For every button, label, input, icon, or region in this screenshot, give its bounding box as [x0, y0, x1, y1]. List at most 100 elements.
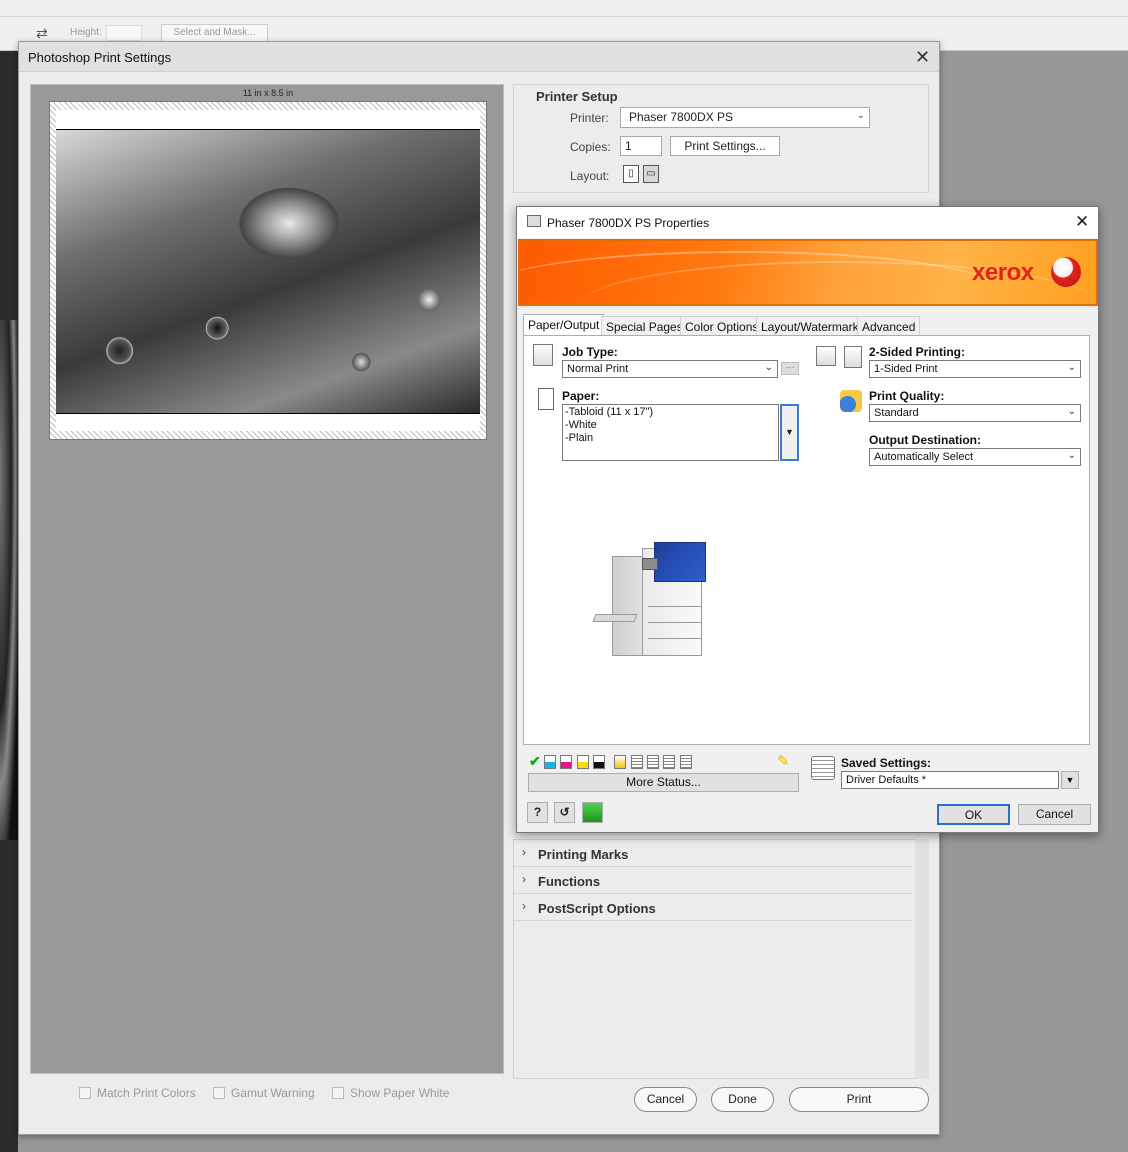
chevron-down-icon: ⌄ [1067, 450, 1076, 461]
saved-settings-dropdown[interactable]: ▼ [1061, 771, 1079, 789]
restore-defaults-icon[interactable]: ↺ [554, 802, 575, 823]
status-ok-icon: ✔ [529, 753, 541, 769]
printer-select[interactable]: Phaser 7800DX PS ⌄ [620, 107, 870, 128]
two-sided-icon [844, 346, 862, 368]
one-sided-icon [816, 346, 836, 366]
close-icon[interactable]: ✕ [1075, 212, 1089, 232]
printer-illustration [592, 536, 714, 666]
eco-settings-icon[interactable] [582, 802, 603, 823]
output-destination-value: Automatically Select [874, 451, 974, 463]
ps-dialog-titlebar: Photoshop Print Settings ✕ [19, 42, 939, 72]
paper-icon [538, 388, 554, 410]
job-type-value: Normal Print [567, 363, 629, 375]
select-and-mask-button[interactable]: Select and Mask... [161, 24, 268, 42]
section-label: Functions [538, 874, 601, 889]
saved-settings-value: Driver Defaults * [846, 774, 927, 786]
close-icon[interactable]: ✕ [915, 47, 930, 68]
tab-advanced[interactable]: Advanced [857, 316, 921, 336]
preview-options: Match Print Colors Gamut Warning Show Pa… [79, 1085, 463, 1101]
copies-input[interactable]: 1 [620, 136, 662, 156]
printer-setup-title: Printer Setup [536, 89, 618, 104]
paper-summary[interactable]: -Tabloid (11 x 17") -White -Plain [562, 404, 779, 461]
cyan-toner-icon [544, 754, 557, 769]
ps-settings-scrollbar[interactable] [915, 839, 929, 1079]
status-icons: ✔ [529, 753, 693, 769]
chevron-right-icon: › [522, 872, 526, 886]
section-printing-marks[interactable]: › Printing Marks [514, 840, 912, 867]
paper-color-line: -White [565, 419, 597, 431]
gamut-warning-checkbox[interactable] [213, 1086, 226, 1099]
saved-settings-icon [811, 756, 835, 780]
ps-dialog-title: Photoshop Print Settings [28, 50, 172, 65]
saved-settings-input[interactable]: Driver Defaults * [841, 771, 1059, 789]
chevron-down-icon: ⌄ [764, 362, 773, 373]
show-paper-white-label: Show Paper White [349, 1085, 450, 1100]
tab-special-pages[interactable]: Special Pages [601, 316, 688, 336]
section-functions[interactable]: › Functions [514, 867, 912, 894]
match-print-colors-label: Match Print Colors [97, 1085, 196, 1100]
print-button[interactable]: Print [789, 1087, 929, 1112]
chevron-right-icon: › [522, 845, 526, 859]
tray-icon [630, 754, 643, 769]
print-preview: 11 in x 8.5 in [30, 84, 504, 1074]
xerox-logo: xerox [972, 259, 1034, 286]
height-input[interactable] [106, 25, 142, 41]
printer-setup-panel: Printer Setup Printer: Phaser 7800DX PS … [513, 84, 929, 193]
two-sided-value: 1-Sided Print [874, 363, 938, 375]
height-label: Height: [70, 27, 102, 38]
chevron-down-icon: ⌄ [1067, 362, 1076, 373]
print-quality-value: Standard [874, 407, 919, 419]
done-button[interactable]: Done [711, 1087, 774, 1112]
yellow-toner-icon [576, 754, 589, 769]
preview-printable-area [56, 110, 480, 431]
print-quality-select[interactable]: Standard ⌄ [869, 404, 1081, 422]
match-print-colors-checkbox[interactable] [79, 1086, 91, 1099]
paper-size-line: -Tabloid (11 x 17") [565, 406, 654, 418]
section-label: PostScript Options [538, 901, 656, 916]
tab-color-options[interactable]: Color Options [680, 316, 764, 336]
print-settings-button[interactable]: Print Settings... [670, 136, 780, 156]
cancel-button[interactable]: Cancel [634, 1087, 697, 1112]
more-options-icon[interactable]: ··· [781, 362, 799, 375]
printer-icon [527, 215, 541, 227]
output-destination-select[interactable]: Automatically Select ⌄ [869, 448, 1081, 466]
copies-label: Copies: [570, 140, 611, 154]
tray-icon [679, 754, 692, 769]
chevron-down-icon: ⌄ [856, 110, 865, 121]
saved-settings-label: Saved Settings: [841, 756, 932, 770]
properties-title: Phaser 7800DX PS Properties [547, 216, 710, 230]
paper-dropdown-button[interactable]: ▼ [780, 404, 799, 461]
landscape-layout-icon[interactable]: ▭ [643, 165, 659, 183]
chevron-right-icon: › [522, 899, 526, 913]
ok-button[interactable]: OK [937, 804, 1010, 825]
layout-label: Layout: [570, 169, 610, 183]
ps-settings-sections: › Printing Marks › Functions › PostScrip… [513, 839, 929, 1079]
warning-icon [614, 754, 627, 769]
tray-icon [663, 754, 676, 769]
tab-layout-watermark[interactable]: Layout/Watermark [756, 316, 864, 336]
magenta-toner-icon [560, 754, 573, 769]
chevron-down-icon: ⌄ [1067, 406, 1076, 417]
black-toner-icon [593, 754, 606, 769]
printer-label: Printer: [570, 111, 609, 125]
more-status-button[interactable]: More Status... [528, 773, 799, 792]
tab-paper-output[interactable]: Paper/Output [523, 314, 605, 336]
swap-icon[interactable]: ⇄ [36, 25, 48, 42]
properties-cancel-button[interactable]: Cancel [1018, 804, 1091, 825]
section-postscript-options[interactable]: › PostScript Options [514, 894, 912, 921]
show-paper-white-checkbox[interactable] [331, 1086, 344, 1099]
paper-output-panel: Job Type: Normal Print ⌄ ··· Paper: -Tab… [523, 335, 1090, 745]
help-button[interactable]: ? [527, 802, 548, 823]
printer-properties-dialog: Phaser 7800DX PS Properties ✕ xerox Pape… [516, 206, 1099, 833]
job-type-label: Job Type: [562, 345, 618, 359]
preview-image[interactable] [56, 129, 480, 414]
notification-icon[interactable]: ✎ [777, 752, 790, 770]
portrait-layout-icon[interactable]: ▯ [623, 165, 639, 183]
ps-canvas-image [0, 320, 18, 840]
xerox-logo-icon [1051, 257, 1081, 287]
two-sided-select[interactable]: 1-Sided Print ⌄ [869, 360, 1081, 378]
tray-icon [647, 754, 660, 769]
properties-titlebar: Phaser 7800DX PS Properties ✕ [517, 207, 1098, 238]
print-quality-label: Print Quality: [869, 389, 945, 403]
job-type-select[interactable]: Normal Print ⌄ [562, 360, 778, 378]
